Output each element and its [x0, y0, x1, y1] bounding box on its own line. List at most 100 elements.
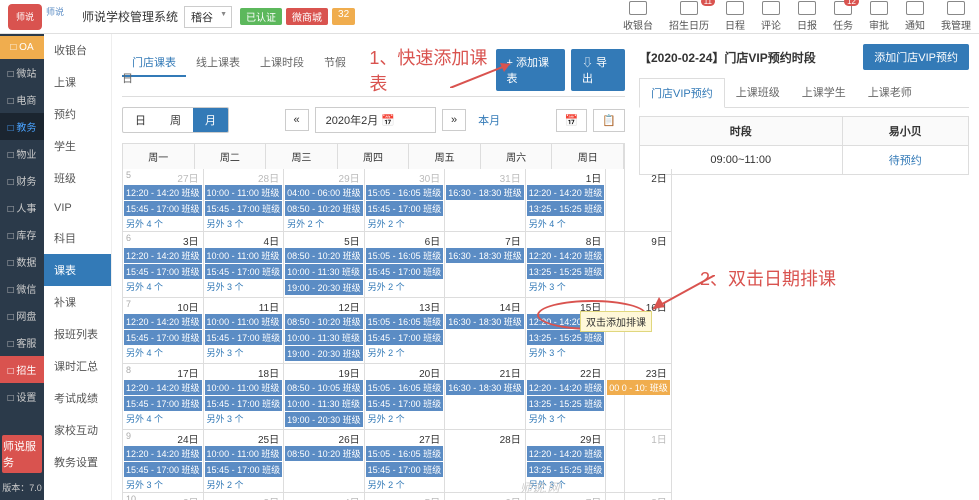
schedule-event[interactable]: 08:50 - 10:20 班级 [285, 248, 363, 263]
schedule-event[interactable]: 13:25 - 15:25 班级 [527, 396, 605, 411]
schedule-event[interactable]: 12:20 - 14:20 班级 [124, 314, 202, 329]
schedule-event[interactable]: 10:00 - 11:00 班级 [205, 314, 283, 329]
add-schedule-button[interactable]: + 添加课表 [496, 49, 565, 91]
calendar-cell[interactable]: 28日 [445, 430, 526, 493]
schedule-event[interactable]: 10:00 - 11:30 班级 [285, 396, 363, 411]
top-menu-日报[interactable]: 日报 [797, 1, 817, 32]
more-events-link[interactable]: 另外 4 个 [124, 412, 202, 425]
calendar-cell[interactable]: 4日08:50 - 10:20 班级 [284, 493, 365, 500]
add-vip-booking-button[interactable]: 添加门店VIP预约 [863, 44, 969, 70]
subnav-家校互动[interactable]: 家校互动 [44, 414, 111, 446]
schedule-event[interactable]: 15:05 - 16:05 班级 [366, 248, 444, 263]
store-selector[interactable]: 稽谷 [184, 6, 232, 28]
calendar-cell[interactable]: 8日 [606, 493, 672, 500]
calendar-cell[interactable]: 21日16:30 - 18:30 班级 [445, 364, 526, 430]
schedule-event[interactable]: 12:20 - 14:20 班级 [124, 248, 202, 263]
schedule-event[interactable]: 15:45 - 17:00 班级 [205, 264, 283, 279]
nav-□ 微信[interactable]: □ 微信 [0, 275, 44, 302]
nav-□ 物业[interactable]: □ 物业 [0, 140, 44, 167]
nav-□ 教务[interactable]: □ 教务 [0, 113, 44, 140]
schedule-event[interactable]: 15:05 - 16:05 班级 [366, 314, 444, 329]
calendar-cell[interactable]: 22日12:20 - 14:20 班级13:25 - 15:25 班级另外 3 … [526, 364, 607, 430]
vip-tab-上课老师[interactable]: 上课老师 [857, 78, 923, 107]
more-events-link[interactable]: 另外 3 个 [124, 478, 202, 491]
subnav-VIP[interactable]: VIP [44, 194, 111, 222]
top-menu-招生日历[interactable]: 招生日历11 [669, 1, 709, 32]
schedule-event[interactable]: 12:20 - 14:20 班级 [527, 185, 605, 200]
more-events-link[interactable]: 另外 4 个 [527, 217, 605, 230]
calendar-cell[interactable]: 4日10:00 - 11:00 班级15:45 - 17:00 班级另外 3 个 [204, 232, 285, 298]
schedule-event[interactable]: 16:30 - 18:30 班级 [446, 248, 524, 263]
subnav-上课[interactable]: 上课 [44, 66, 111, 98]
more-events-link[interactable]: 另外 2 个 [366, 412, 444, 425]
calendar-cell[interactable]: 5日08:50 - 10:20 班级10:00 - 11:30 班级19:00 … [284, 232, 365, 298]
more-events-link[interactable]: 另外 3 个 [205, 412, 283, 425]
export-button[interactable]: ⇩ 导出 [571, 49, 625, 91]
schedule-event[interactable]: 10:00 - 11:30 班级 [285, 330, 363, 345]
calendar-cell[interactable]: 23日00 0 - 10: 班级 [606, 364, 672, 430]
top-menu-通知[interactable]: 通知 [905, 1, 925, 32]
schedule-event[interactable]: 10:00 - 11:00 班级 [205, 380, 283, 395]
schedule-event[interactable]: 16:30 - 18:30 班级 [446, 380, 524, 395]
schedule-event[interactable]: 15:45 - 17:00 班级 [205, 330, 283, 345]
schedule-event[interactable]: 15:45 - 17:00 班级 [366, 396, 444, 411]
schedule-event[interactable]: 00 0 - 10: 班级 [607, 380, 670, 395]
calendar-cell[interactable]: 20日15:05 - 16:05 班级15:45 - 17:00 班级另外 2 … [365, 364, 446, 430]
schedule-event[interactable]: 08:50 - 10:20 班级 [285, 201, 363, 216]
view-周[interactable]: 周 [158, 108, 193, 132]
more-events-link[interactable]: 另外 3 个 [527, 346, 605, 359]
schedule-event[interactable]: 15:05 - 16:05 班级 [366, 185, 444, 200]
calendar-cell[interactable]: 8日12:20 - 14:20 班级13:25 - 15:25 班级另外 3 个 [526, 232, 607, 298]
schedule-event[interactable]: 19:00 - 20:30 班级 [285, 346, 363, 361]
schedule-event[interactable]: 15:05 - 16:05 班级 [366, 380, 444, 395]
shishuo-service-button[interactable]: 师说服务 [2, 435, 42, 473]
calendar-cell[interactable]: 12日08:50 - 10:20 班级10:00 - 11:30 班级19:00… [284, 298, 365, 364]
more-events-link[interactable]: 另外 2 个 [366, 280, 444, 293]
nav-□ OA[interactable]: □ OA [0, 36, 44, 59]
subnav-补课[interactable]: 补课 [44, 286, 111, 318]
view-日[interactable]: 日 [123, 108, 158, 132]
more-events-link[interactable]: 另外 3 个 [205, 346, 283, 359]
top-menu-我管理[interactable]: 我管理 [941, 1, 971, 32]
top-menu-评论[interactable]: 评论 [761, 1, 781, 32]
schedule-event[interactable]: 13:25 - 15:25 班级 [527, 462, 605, 477]
schedule-event[interactable]: 15:45 - 17:00 班级 [366, 201, 444, 216]
calendar-cell[interactable]: 7日16:30 - 18:30 班级 [445, 232, 526, 298]
schedule-event[interactable]: 10:00 - 11:30 班级 [285, 264, 363, 279]
subnav-报班列表[interactable]: 报班列表 [44, 318, 111, 350]
list-icon-button[interactable]: 📋 [593, 109, 625, 132]
more-events-link[interactable]: 另外 4 个 [124, 346, 202, 359]
calendar-cell[interactable]: 1日 [606, 430, 672, 493]
calendar-cell[interactable]: 527日12:20 - 14:20 班级15:45 - 17:00 班级另外 4… [123, 169, 204, 232]
vip-tab-门店VIP预约[interactable]: 门店VIP预约 [639, 78, 725, 108]
calendar-cell[interactable]: 1日12:20 - 14:20 班级13:25 - 15:25 班级另外 4 个 [526, 169, 607, 232]
schedule-event[interactable]: 15:45 - 17:00 班级 [124, 330, 202, 345]
schedule-event[interactable]: 08:50 - 10:20 班级 [285, 446, 363, 461]
schedule-event[interactable]: 12:20 - 14:20 班级 [124, 185, 202, 200]
table-row[interactable]: 09:00~11:00待预约 [640, 146, 969, 175]
more-events-link[interactable]: 另外 2 个 [366, 346, 444, 359]
calendar-cell[interactable]: 2日 [606, 169, 672, 232]
more-events-link[interactable]: 另外 4 个 [124, 217, 202, 230]
schedule-event[interactable]: 10:00 - 11:00 班级 [205, 185, 283, 200]
calendar-cell[interactable]: 924日12:20 - 14:20 班级15:45 - 17:00 班级另外 3… [123, 430, 204, 493]
schedule-event[interactable]: 15:45 - 17:00 班级 [124, 462, 202, 477]
top-menu-审批[interactable]: 审批 [869, 1, 889, 32]
calendar-cell[interactable]: 11日10:00 - 11:00 班级15:45 - 17:00 班级另外 3 … [204, 298, 285, 364]
top-menu-收银台[interactable]: 收银台 [623, 1, 653, 32]
next-month-button[interactable]: » [442, 109, 466, 131]
schedule-event[interactable]: 12:20 - 14:20 班级 [527, 248, 605, 263]
schedule-event[interactable]: 15:45 - 17:00 班级 [124, 264, 202, 279]
schedule-event[interactable]: 15:45 - 17:00 班级 [124, 201, 202, 216]
calendar-cell[interactable]: 5日15:05 - 16:05 班级15:45 - 17:00 班级另外 2 个 [365, 493, 446, 500]
calendar-cell[interactable]: 26日08:50 - 10:20 班级 [284, 430, 365, 493]
subnav-班级[interactable]: 班级 [44, 162, 111, 194]
schedule-event[interactable]: 15:45 - 17:00 班级 [124, 396, 202, 411]
calendar-cell[interactable]: 19日08:50 - 10:05 班级10:00 - 11:30 班级19:00… [284, 364, 365, 430]
schedule-event[interactable]: 12:20 - 14:20 班级 [124, 446, 202, 461]
subnav-科目[interactable]: 科目 [44, 222, 111, 254]
nav-□ 网盘[interactable]: □ 网盘 [0, 302, 44, 329]
nav-□ 微站[interactable]: □ 微站 [0, 59, 44, 86]
schedule-event[interactable]: 08:50 - 10:20 班级 [285, 314, 363, 329]
schedule-event[interactable]: 12:20 - 14:20 班级 [527, 446, 605, 461]
